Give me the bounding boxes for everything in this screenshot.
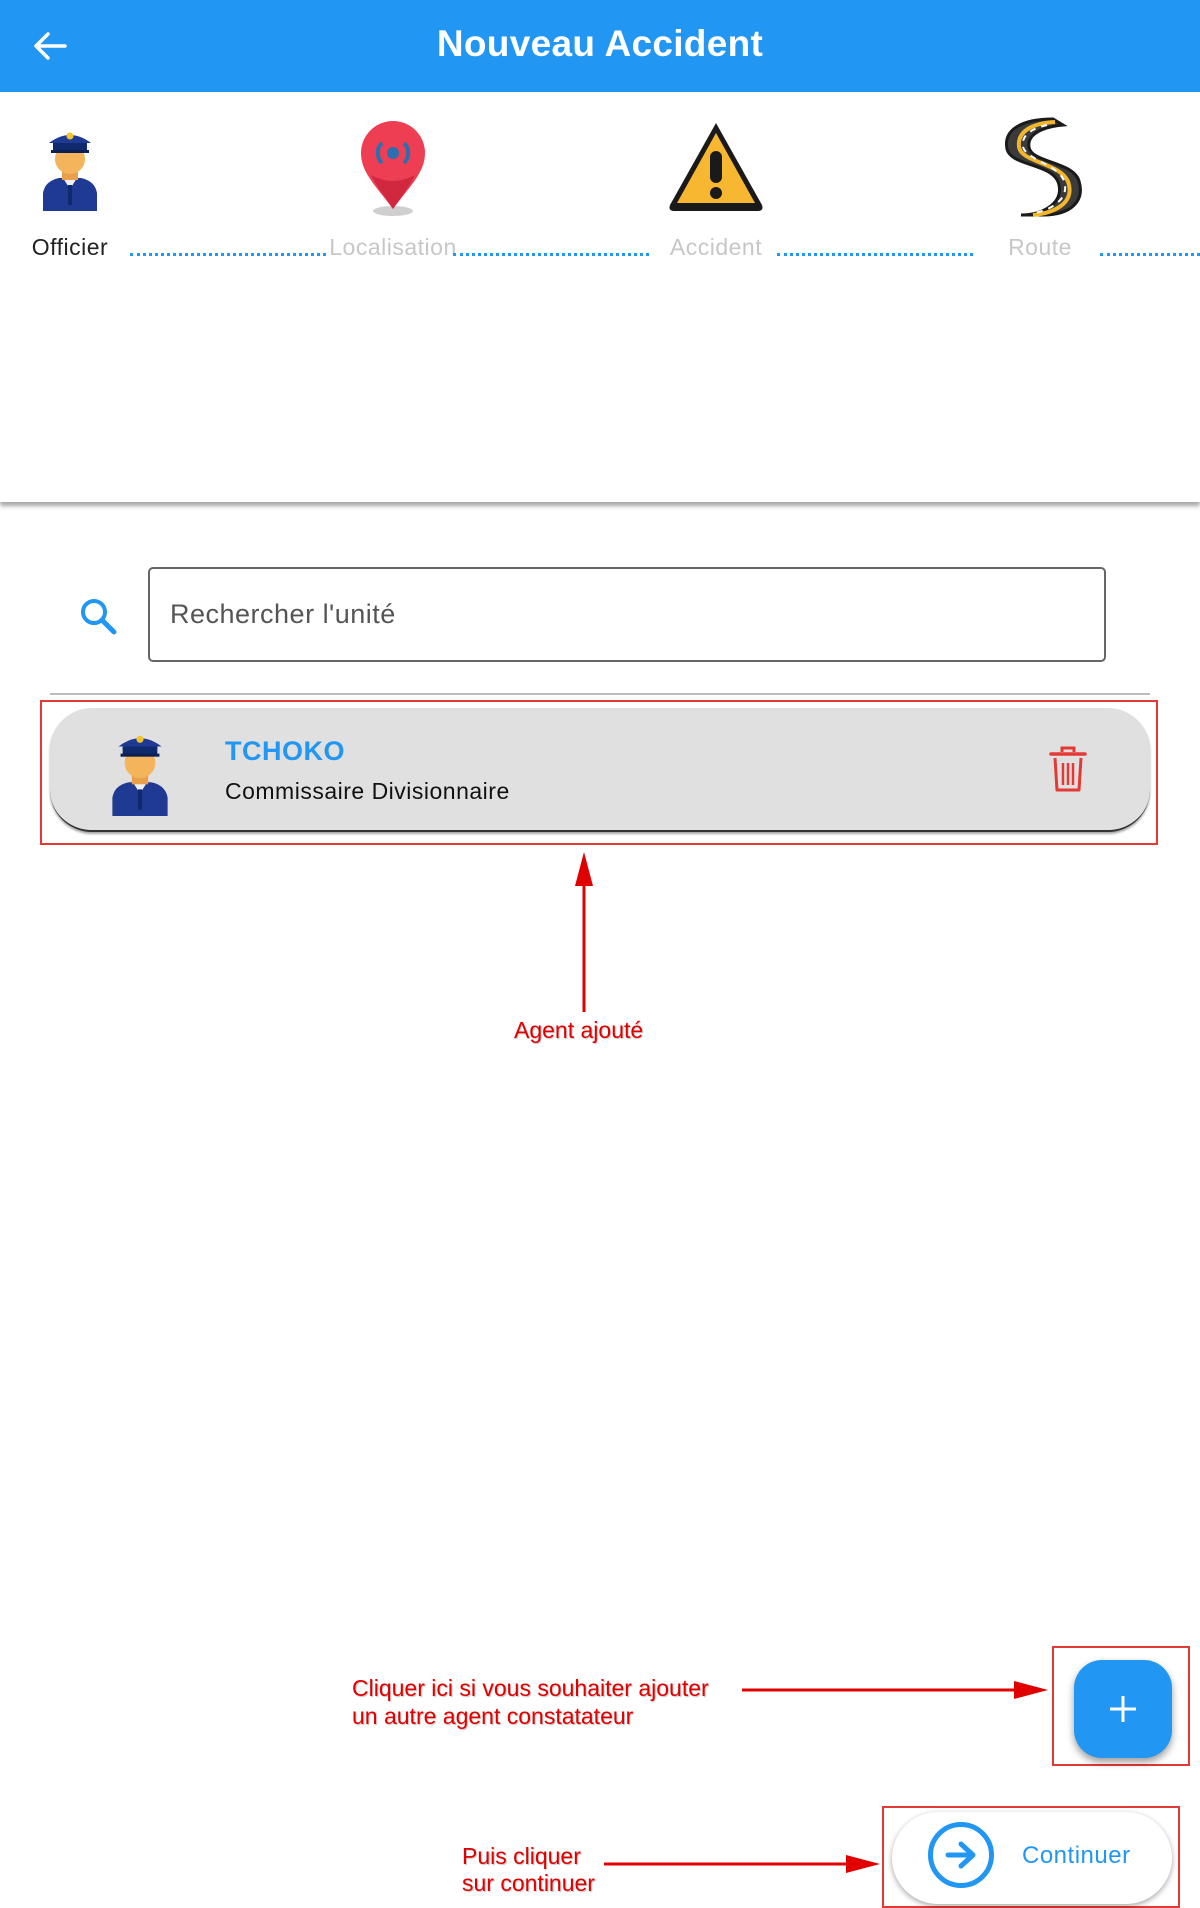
continue-label: Continuer — [1022, 1842, 1131, 1869]
plus-icon — [1110, 1696, 1136, 1722]
annotation-arrows — [575, 852, 1048, 1873]
annotation-continue-hint-2: sur continuer — [462, 1870, 595, 1896]
annotation-agent-added: Agent ajouté — [514, 1017, 644, 1043]
annotation-add-hint-1: Cliquer ici si vous souhaiter ajouter — [352, 1675, 709, 1701]
continue-button[interactable]: Continuer — [892, 1812, 1172, 1904]
annotation-add-hint-2: un autre agent constatateur — [352, 1703, 634, 1729]
annotation-continue-hint-1: Puis cliquer — [462, 1843, 581, 1869]
arrow-right-circle-icon — [928, 1822, 994, 1888]
add-agent-button[interactable] — [1074, 1660, 1172, 1758]
